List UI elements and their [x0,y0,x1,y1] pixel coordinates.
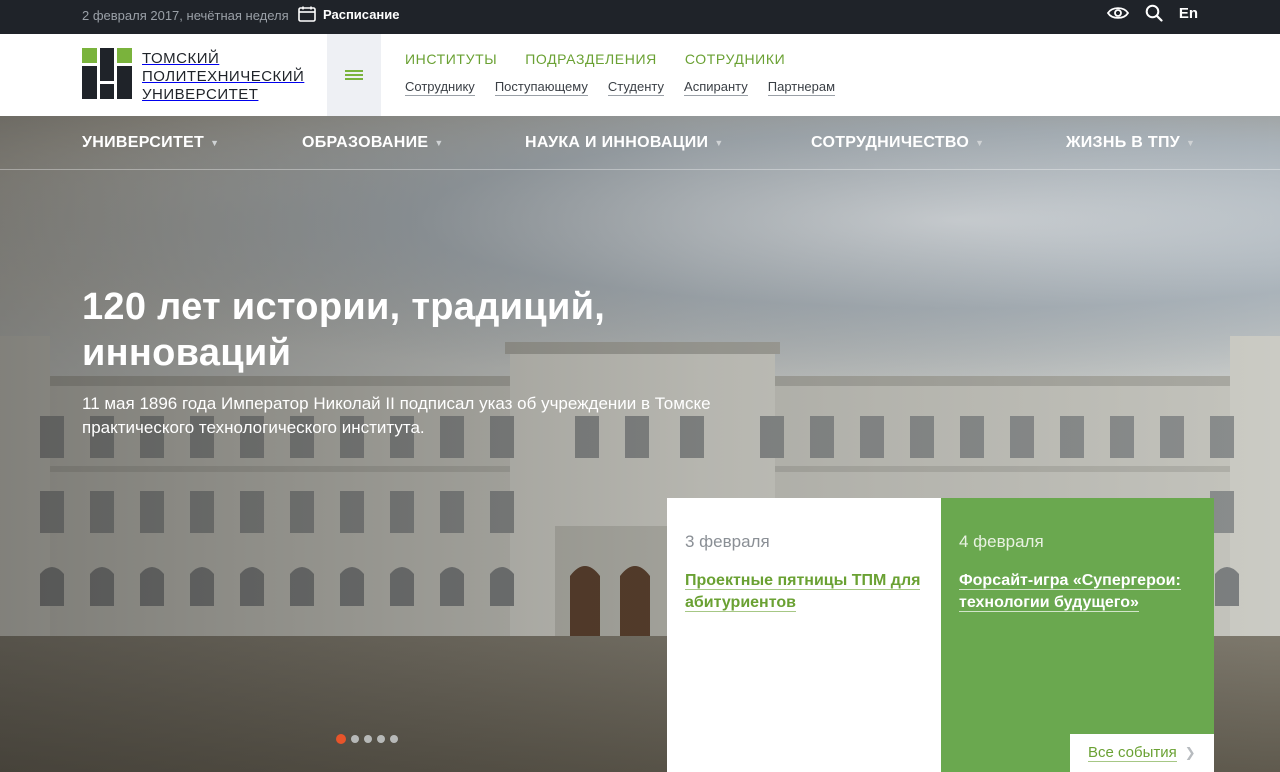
event-date: 3 февраля [685,532,770,551]
language-switch[interactable]: En [1179,5,1198,22]
top-bar: 2 февраля 2017, нечётная неделя Расписан… [0,0,1280,34]
current-date: 2 февраля 2017, нечётная неделя [82,8,289,23]
slider-dot[interactable] [351,735,359,743]
eye-icon[interactable] [1106,5,1129,21]
chevron-right-icon: ❯ [1184,745,1196,760]
hero-subtitle: 11 мая 1896 года Император Николай II по… [82,394,711,437]
audience-links: Сотруднику Поступающему Студенту Аспиран… [405,79,836,96]
caret-down-icon: ▼ [975,138,985,148]
nav-university[interactable]: УНИВЕРСИТЕТ ▼ [82,134,219,152]
event-date: 4 февраля [959,532,1044,551]
tpu-logo-icon [82,48,132,99]
schedule-label: Расписание [323,6,400,22]
slider-dot[interactable] [364,735,372,743]
hamburger-menu-icon[interactable] [327,34,381,116]
link-staff[interactable]: СОТРУДНИКИ [685,51,785,67]
university-logo[interactable]: ТОМСКИЙ ПОЛИТЕХНИЧЕСКИЙ УНИВЕРСИТЕТ [82,48,304,104]
slider-dot[interactable] [336,734,346,744]
slider-dot[interactable] [377,735,385,743]
event-title[interactable]: Форсайт-игра «Супергерои: технологии буд… [959,570,1196,614]
nav-science[interactable]: НАУКА И ИННОВАЦИИ ▼ [525,134,724,152]
site-header: ТОМСКИЙ ПОЛИТЕХНИЧЕСКИЙ УНИВЕРСИТЕТ ИНСТ… [0,34,1280,116]
link-departments[interactable]: ПОДРАЗДЕЛЕНИЯ [525,51,657,67]
link-for-partners[interactable]: Партнерам [767,79,836,96]
link-for-employee[interactable]: Сотруднику [405,79,475,96]
caret-down-icon: ▼ [210,138,220,148]
calendar-icon [298,6,316,22]
caret-down-icon: ▼ [434,138,444,148]
schedule-link[interactable]: Расписание [298,6,400,22]
event-card[interactable]: 4 февраля Форсайт-игра «Супергерои: техн… [941,498,1214,772]
all-events-label: Все события [1088,744,1177,762]
slider-dots [336,734,398,744]
nav-education[interactable]: ОБРАЗОВАНИЕ ▼ [302,134,444,152]
hero-banner: УНИВЕРСИТЕТ ▼ ОБРАЗОВАНИЕ ▼ НАУКА И ИННОВА… [0,116,1280,772]
link-for-postgrad[interactable]: Аспиранту [684,79,748,96]
link-for-applicant[interactable]: Поступающему [494,79,588,96]
event-title[interactable]: Проектные пятницы ТПМ для абитуриентов [685,570,923,614]
all-events-link[interactable]: Все события ❯ [1070,734,1214,772]
nav-life[interactable]: ЖИЗНЬ В ТПУ ▼ [1066,134,1195,152]
main-navigation: УНИВЕРСИТЕТ ▼ ОБРАЗОВАНИЕ ▼ НАУКА И ИННОВА… [0,116,1280,170]
link-institutes[interactable]: ИНСТИТУТЫ [405,51,497,67]
event-card[interactable]: 3 февраля Проектные пятницы ТПМ для абит… [667,498,941,772]
topbar-actions: En [1106,4,1198,22]
caret-down-icon: ▼ [1186,138,1196,148]
nav-cooperation[interactable]: СОТРУДНИЧЕСТВО ▼ [811,134,984,152]
caret-down-icon: ▼ [714,138,724,148]
slider-dot[interactable] [390,735,398,743]
logo-text: ТОМСКИЙ ПОЛИТЕХНИЧЕСКИЙ УНИВЕРСИТЕТ [142,50,305,103]
primary-links: ИНСТИТУТЫ ПОДРАЗДЕЛЕНИЯ СОТРУДНИКИ [405,51,785,67]
search-icon[interactable] [1145,4,1163,22]
link-for-student[interactable]: Студенту [607,79,665,96]
hero-title: 120 лет истории, традиций, инноваций [82,286,606,374]
